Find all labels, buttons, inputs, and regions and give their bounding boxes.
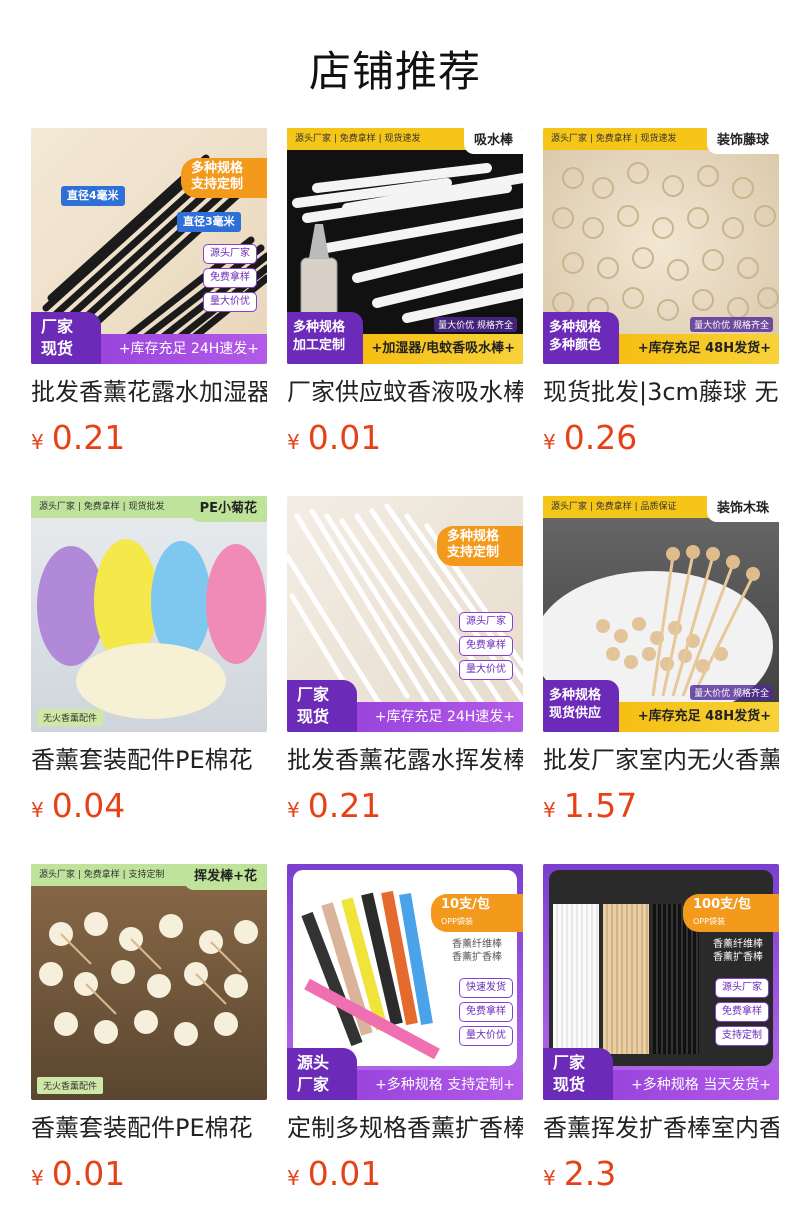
currency-symbol: ¥ bbox=[31, 798, 44, 822]
white-sticks bbox=[553, 904, 599, 1054]
product-name[interactable]: 现货批发|3cm藤球 无火 bbox=[543, 372, 779, 412]
product-price: ¥1.57 bbox=[543, 786, 637, 825]
feature-badge: 量大价优 bbox=[203, 292, 257, 312]
price-value: 0.01 bbox=[51, 1154, 126, 1193]
feature-badge: 免费拿样 bbox=[459, 636, 513, 656]
feature-badge: 源头厂家 bbox=[459, 612, 513, 632]
currency-symbol: ¥ bbox=[31, 1166, 44, 1190]
product-thumbnail[interactable]: 100支/包 OPP袋装 香薰纤维棒 香薰扩香棒 源头厂家 免费拿样 支持定制 +… bbox=[543, 864, 779, 1100]
product-price: ¥0.26 bbox=[543, 418, 637, 457]
product-card[interactable]: 源头厂家 | 免费拿样 | 品质保证 装饰木珠 +库存充足 48H发货+ 量大价优… bbox=[543, 496, 779, 825]
pack-size: 100支/包 bbox=[693, 897, 751, 912]
feature-badge: 快速发货 bbox=[459, 978, 513, 998]
currency-symbol: ¥ bbox=[543, 798, 556, 822]
product-name[interactable]: 批发厂家室内无火香薰 bbox=[543, 740, 779, 780]
price-value: 0.01 bbox=[307, 418, 382, 457]
product-card[interactable]: 多种规格 支持定制 源头厂家 免费拿样 量大价优 +库存充足 24H速发+ 厂家… bbox=[287, 496, 523, 825]
product-price: ¥0.21 bbox=[31, 418, 125, 457]
product-price: ¥0.01 bbox=[287, 418, 381, 457]
currency-symbol: ¥ bbox=[543, 1166, 556, 1190]
currency-symbol: ¥ bbox=[287, 430, 300, 454]
product-card[interactable]: 源头厂家 | 免费拿样 | 现货速发 吸水棒 +加湿器/电蚊香吸水棒+ 量大价优 … bbox=[287, 128, 523, 457]
product-thumbnail[interactable]: 源头厂家 | 免费拿样 | 现货速发 装饰藤球 +库存充足 48H发货+ 量大价优… bbox=[543, 128, 779, 364]
price-value: 0.26 bbox=[563, 418, 638, 457]
product-thumbnail[interactable]: 源头厂家 | 免费拿样 | 现货批发 PE小菊花 无火香薰配件 bbox=[31, 496, 267, 732]
feature-badge: 量大价优 bbox=[459, 1026, 513, 1046]
product-name[interactable]: 批发香薰花露水加湿器 bbox=[31, 372, 267, 412]
pack-pill: 100支/包 OPP袋装 bbox=[683, 894, 779, 932]
diameter-tag: 直径4毫米 bbox=[61, 186, 125, 206]
product-thumbnail[interactable]: 多种规格 支持定制 源头厂家 免费拿样 量大价优 +库存充足 24H速发+ 厂家… bbox=[287, 496, 523, 732]
price-value: 1.57 bbox=[563, 786, 638, 825]
price-value: 0.01 bbox=[307, 1154, 382, 1193]
corner-note: 无火香薰配件 bbox=[37, 709, 104, 726]
corner-label: 源头 厂家 bbox=[287, 1048, 357, 1100]
corner-label: 厂家 现货 bbox=[31, 312, 101, 364]
product-name[interactable]: 批发香薰花露水挥发棒 bbox=[287, 740, 523, 780]
spec-pill: 多种规格 支持定制 bbox=[437, 526, 523, 566]
natural-sticks bbox=[603, 904, 649, 1054]
corner-note: 量大价优 规格齐全 bbox=[690, 317, 773, 332]
price-value: 2.3 bbox=[563, 1154, 617, 1193]
product-price: ¥0.04 bbox=[31, 786, 125, 825]
product-name[interactable]: 香薰套装配件PE棉花 bbox=[31, 740, 267, 780]
pack-note: OPP袋装 bbox=[441, 917, 473, 926]
corner-note: 量大价优 规格齐全 bbox=[434, 317, 517, 332]
page-title: 店铺推荐 bbox=[308, 47, 481, 96]
price-value: 0.04 bbox=[51, 786, 126, 825]
diameter-tag: 直径3毫米 bbox=[177, 212, 241, 232]
product-thumbnail[interactable]: 源头厂家 | 免费拿样 | 品质保证 装饰木珠 +库存充足 48H发货+ 量大价优… bbox=[543, 496, 779, 732]
corner-note: 无火香薰配件 bbox=[37, 1077, 104, 1094]
currency-symbol: ¥ bbox=[31, 430, 44, 454]
corner-label: 厂家 现货 bbox=[287, 680, 357, 732]
feature-badge: 免费拿样 bbox=[203, 268, 257, 288]
product-card[interactable]: 源头厂家 | 免费拿样 | 现货批发 PE小菊花 无火香薰配件 香薰套装配件PE棉… bbox=[31, 496, 267, 825]
corner-note: 量大价优 规格齐全 bbox=[690, 685, 773, 700]
corner-label: 多种规格 加工定制 bbox=[287, 312, 363, 364]
currency-symbol: ¥ bbox=[543, 430, 556, 454]
product-name[interactable]: 定制多规格香薰扩香棒 bbox=[287, 1108, 523, 1148]
feature-badge: 源头厂家 bbox=[715, 978, 769, 998]
feature-badge: 量大价优 bbox=[459, 660, 513, 680]
feature-badge: 源头厂家 bbox=[203, 244, 257, 264]
corner-label: 多种规格 多种颜色 bbox=[543, 312, 619, 364]
feature-badge: 免费拿样 bbox=[459, 1002, 513, 1022]
product-card[interactable]: 10支/包 OPP袋装 香薰纤维棒 香薰扩香棒 快速发货 免费拿样 量大价优 +多… bbox=[287, 864, 523, 1193]
product-card[interactable]: 源头厂家 | 免费拿样 | 现货速发 装饰藤球 +库存充足 48H发货+ 量大价优… bbox=[543, 128, 779, 457]
product-type-note: 香薰纤维棒 香薰扩香棒 bbox=[452, 939, 502, 963]
product-price: ¥0.01 bbox=[31, 1154, 125, 1193]
feature-badge: 支持定制 bbox=[715, 1026, 769, 1046]
product-card[interactable]: 源头厂家 | 免费拿样 | 支持定制 挥发棒+花 无火香薰配件 香薰套装配件PE棉… bbox=[31, 864, 267, 1193]
product-price: ¥0.01 bbox=[287, 1154, 381, 1193]
currency-symbol: ¥ bbox=[287, 1166, 300, 1190]
price-value: 0.21 bbox=[307, 786, 382, 825]
pack-note: OPP袋装 bbox=[693, 917, 725, 926]
product-thumbnail[interactable]: 源头厂家 | 免费拿样 | 支持定制 挥发棒+花 无火香薰配件 bbox=[31, 864, 267, 1100]
pack-size: 10支/包 bbox=[441, 897, 490, 912]
corner-label: 厂家 现货 bbox=[543, 1048, 613, 1100]
price-value: 0.21 bbox=[51, 418, 126, 457]
product-name[interactable]: 厂家供应蚊香液吸水棒 bbox=[287, 372, 523, 412]
feature-badge: 免费拿样 bbox=[715, 1002, 769, 1022]
product-name[interactable]: 香薰挥发扩香棒室内香 bbox=[543, 1108, 779, 1148]
product-price: ¥0.21 bbox=[287, 786, 381, 825]
product-card[interactable]: 多种规格 支持定制 直径4毫米 直径3毫米 源头厂家 免费拿样 量大价优 +库存… bbox=[31, 128, 267, 457]
product-thumbnail[interactable]: 多种规格 支持定制 直径4毫米 直径3毫米 源头厂家 免费拿样 量大价优 +库存… bbox=[31, 128, 267, 364]
corner-label: 多种规格 现货供应 bbox=[543, 680, 619, 732]
currency-symbol: ¥ bbox=[287, 798, 300, 822]
product-card[interactable]: 100支/包 OPP袋装 香薰纤维棒 香薰扩香棒 源头厂家 免费拿样 支持定制 +… bbox=[543, 864, 779, 1193]
spec-pill: 多种规格 支持定制 bbox=[181, 158, 267, 198]
product-type-note: 香薰纤维棒 香薰扩香棒 bbox=[713, 939, 763, 963]
product-thumbnail[interactable]: 源头厂家 | 免费拿样 | 现货速发 吸水棒 +加湿器/电蚊香吸水棒+ 量大价优 … bbox=[287, 128, 523, 364]
product-price: ¥2.3 bbox=[543, 1154, 616, 1193]
product-name[interactable]: 香薰套装配件PE棉花 bbox=[31, 1108, 267, 1148]
pack-pill: 10支/包 OPP袋装 bbox=[431, 894, 523, 932]
product-thumbnail[interactable]: 10支/包 OPP袋装 香薰纤维棒 香薰扩香棒 快速发货 免费拿样 量大价优 +多… bbox=[287, 864, 523, 1100]
